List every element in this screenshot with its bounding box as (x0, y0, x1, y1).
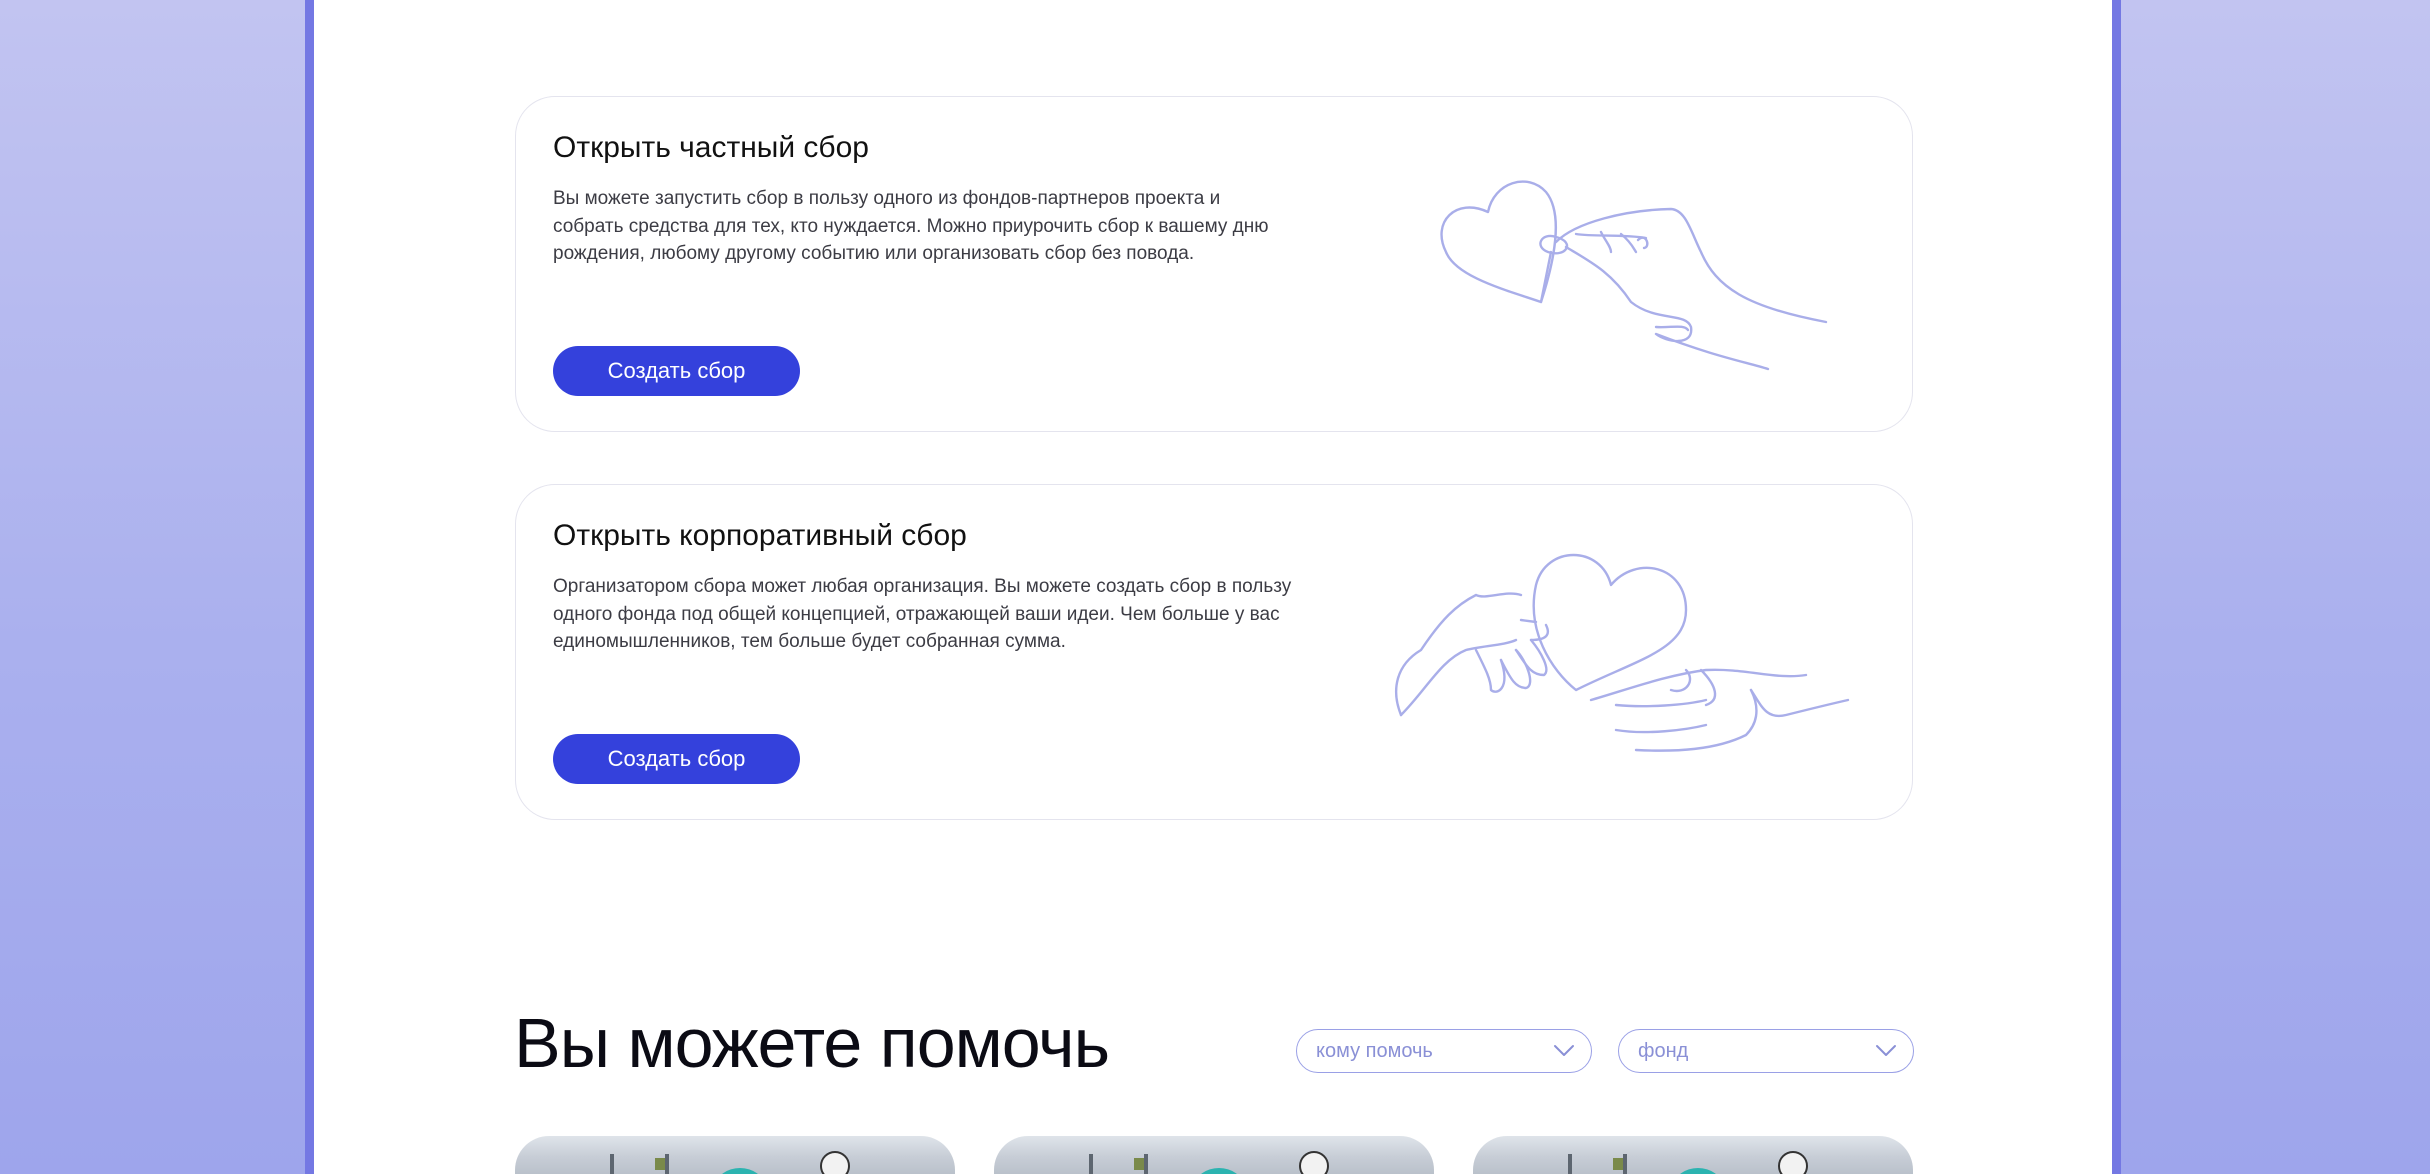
create-private-fundraiser-button[interactable]: Создать сбор (553, 346, 800, 396)
card-description: Вы можете запустить сбор в пользу одного… (553, 188, 1269, 264)
card-description: Организатором сбора может любая организа… (553, 576, 1292, 652)
campaign-card-image[interactable] (1473, 1136, 1913, 1174)
two-hands-heart-icon (1394, 553, 1850, 752)
create-corporate-fundraiser-button[interactable]: Создать сбор (553, 734, 800, 784)
card-title: Открыть частный сбор (553, 131, 869, 164)
whom-to-help-dropdown[interactable]: кому помочь (1296, 1029, 1592, 1073)
fund-dropdown[interactable]: фонд (1618, 1029, 1914, 1073)
campaign-card-image[interactable] (994, 1136, 1434, 1174)
campaign-card-image[interactable] (515, 1136, 955, 1174)
chevron-down-icon (1876, 1045, 1896, 1056)
corporate-fundraiser-card: Открыть корпоративный сбор Организатором… (515, 484, 1913, 820)
hand-holding-heart-icon (1440, 180, 1828, 371)
private-fundraiser-card: Открыть частный сбор Вы можете запустить… (515, 96, 1913, 432)
dropdown-placeholder: фонд (1638, 1039, 1689, 1062)
chevron-down-icon (1554, 1045, 1574, 1056)
campaign-photo (1568, 1151, 1808, 1174)
campaign-photo (610, 1151, 850, 1174)
page-content: Открыть частный сбор Вы можете запустить… (314, 0, 2112, 1174)
dropdown-placeholder: кому помочь (1316, 1039, 1433, 1062)
section-title: Вы можете помочь (514, 1004, 1110, 1082)
campaign-photo (1089, 1151, 1329, 1174)
card-title: Открыть корпоративный сбор (553, 519, 967, 552)
